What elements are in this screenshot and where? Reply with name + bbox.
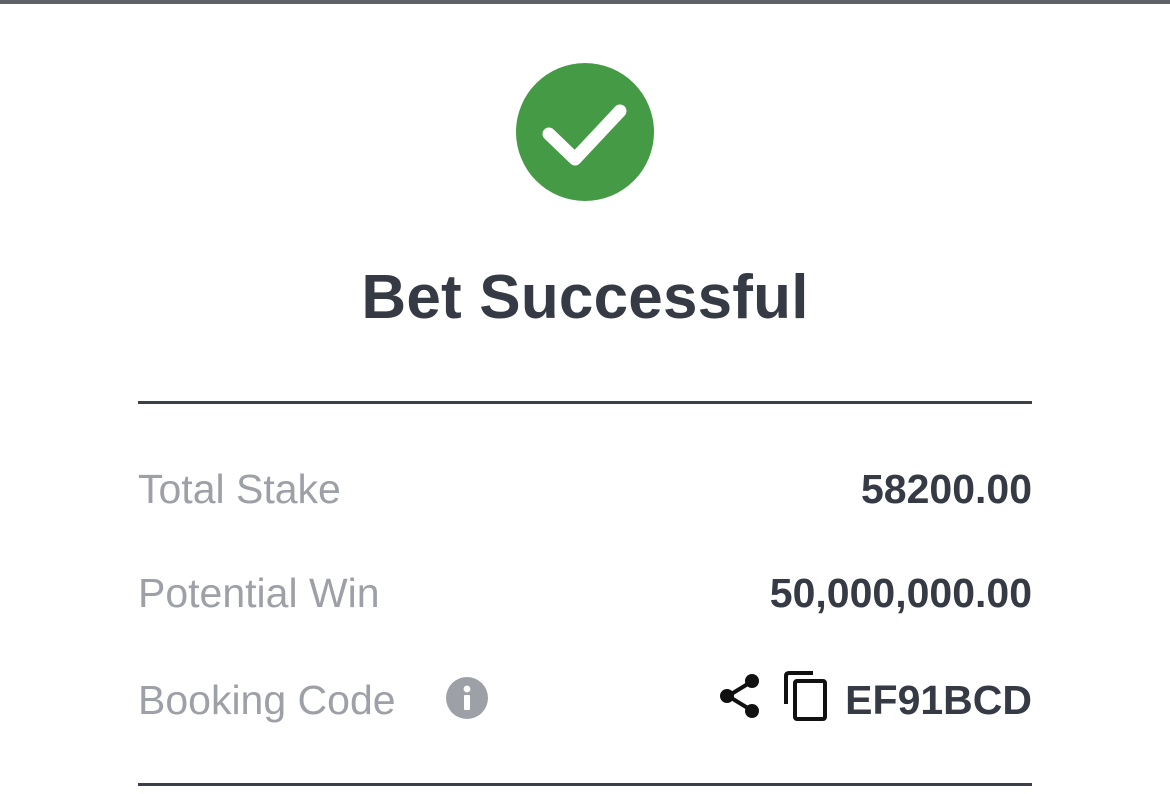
booking-code-value[interactable]: EF91BCD: [845, 677, 1032, 724]
total-stake-value: 58200.00: [860, 466, 1032, 512]
info-icon[interactable]: [446, 677, 488, 719]
share-icon[interactable]: [718, 673, 762, 719]
potential-win-label: Potential Win: [138, 570, 380, 616]
check-circle-icon: [516, 63, 654, 201]
page-title: Bet Successful: [361, 263, 809, 332]
divider-bottom: [138, 783, 1032, 786]
potential-win-value: 50,000,000.00: [769, 570, 1032, 616]
total-stake-label: Total Stake: [138, 466, 341, 512]
copy-icon[interactable]: [782, 670, 828, 722]
bet-success-screen: Bet Successful Total Stake 58200.00 Pote…: [0, 0, 1170, 794]
top-border: [0, 0, 1170, 4]
divider-top: [138, 401, 1032, 404]
booking-code-label: Booking Code: [138, 677, 396, 723]
